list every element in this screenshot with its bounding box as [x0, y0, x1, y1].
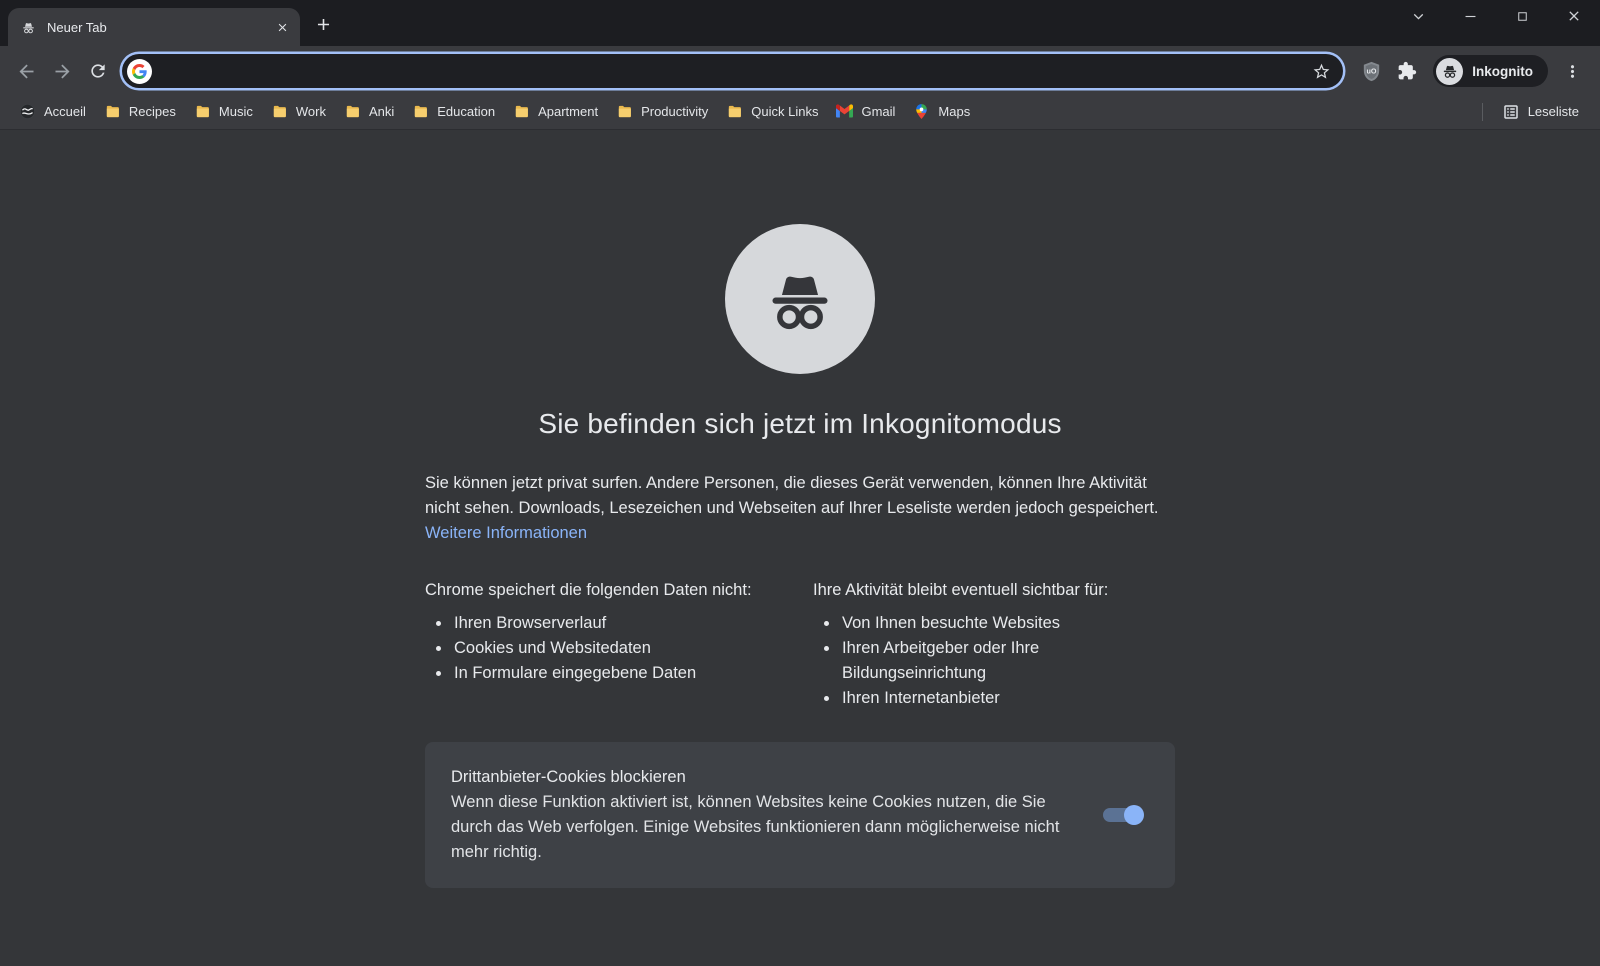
bookmark-gmail[interactable]: Gmail [827, 100, 904, 123]
tab-neuer-tab[interactable]: Neuer Tab [8, 8, 300, 46]
page-title: Sie befinden sich jetzt im Inkognitomodu… [538, 408, 1062, 439]
folder-icon [616, 103, 633, 120]
bookmark-label: Music [218, 104, 253, 119]
visible-to-list: Von Ihnen besuchte Websites Ihren Arbeit… [813, 611, 1175, 711]
incognito-profile-badge[interactable]: Inkognito [1433, 55, 1548, 87]
bookmark-folder-anki[interactable]: Anki [335, 100, 403, 123]
learn-more-link[interactable]: Weitere Informationen [425, 524, 587, 542]
incognito-badge-label: Inkognito [1472, 63, 1533, 79]
incognito-icon [20, 19, 37, 36]
maximize-button[interactable] [1496, 0, 1548, 32]
bookmark-label: Maps [938, 104, 971, 119]
bookmark-maps[interactable]: Maps [904, 100, 979, 123]
back-button[interactable] [9, 54, 43, 88]
close-window-button[interactable] [1548, 0, 1600, 32]
folder-icon [513, 103, 530, 120]
intro-text: Sie können jetzt privat surfen. Andere P… [425, 474, 1159, 517]
bookmark-label: Recipes [128, 104, 176, 119]
intro-paragraph: Sie können jetzt privat surfen. Andere P… [425, 471, 1175, 546]
bookmark-label: Productivity [641, 104, 709, 119]
google-favicon [127, 58, 152, 84]
cookie-card-description: Wenn diese Funktion aktiviert ist, könne… [451, 793, 1060, 861]
tab-title: Neuer Tab [47, 19, 107, 35]
incognito-ntp: Sie befinden sich jetzt im Inkognitomodu… [0, 130, 1600, 965]
bookmark-folder-education[interactable]: Education [403, 100, 504, 123]
extensions-puzzle-icon[interactable] [1390, 54, 1424, 88]
folder-icon [104, 103, 121, 120]
bookmark-label: Apartment [538, 104, 599, 119]
cookie-card-title: Drittanbieter-Cookies blockieren [451, 768, 686, 786]
incognito-hero-icon [725, 224, 875, 374]
reading-list-label: Leseliste [1527, 104, 1579, 119]
browser-menu-icon[interactable] [1555, 54, 1589, 88]
ublock-extension-icon[interactable] [1354, 54, 1388, 88]
folder-icon [412, 103, 429, 120]
globe-favicon-icon [19, 103, 36, 120]
google-maps-pin-icon [913, 103, 930, 120]
window-menu-chevron-icon[interactable] [1392, 0, 1444, 32]
bookmark-star-icon[interactable] [1307, 57, 1335, 85]
block-cookies-toggle[interactable] [1103, 805, 1144, 825]
list-item: In Formulare eingegebene Daten [452, 661, 787, 686]
bookmark-accueil[interactable]: Accueil [10, 100, 95, 123]
bookmark-folder-recipes[interactable]: Recipes [95, 100, 185, 123]
bookmarks-bar: Accueil Recipes Music Work Anki Educatio… [0, 96, 1600, 130]
folder-icon [271, 103, 288, 120]
bookmark-label: Gmail [861, 104, 896, 119]
browser-window: Neuer Tab Inkognito Accueil Recipes Musi… [0, 0, 1600, 965]
new-tab-button[interactable] [308, 9, 338, 39]
bookmark-label: Anki [368, 104, 395, 119]
folder-icon [344, 103, 361, 120]
column-heading: Chrome speichert die folgenden Daten nic… [425, 581, 752, 599]
info-columns: Chrome speichert die folgenden Daten nic… [425, 578, 1175, 711]
list-item: Ihren Arbeitgeber oder Ihre Bildungseinr… [840, 636, 1175, 686]
minimize-button[interactable] [1444, 0, 1496, 32]
not-saved-list: Ihren Browserverlauf Cookies und Website… [425, 611, 787, 686]
bookmark-label: Accueil [44, 104, 86, 119]
third-party-cookies-card: Drittanbieter-Cookies blockieren Wenn di… [425, 742, 1175, 888]
list-item: Cookies und Websitedaten [452, 636, 787, 661]
address-input[interactable] [160, 62, 1300, 80]
tab-strip: Neuer Tab [0, 0, 1600, 46]
bookmarks-divider [1481, 102, 1483, 121]
list-item: Ihren Internetanbieter [840, 686, 1175, 711]
toggle-thumb [1124, 805, 1144, 825]
bookmark-label: Education [437, 104, 496, 119]
column-visible-to: Ihre Aktivität bleibt eventuell sichtbar… [813, 578, 1175, 711]
toolbar: Inkognito [0, 46, 1600, 96]
list-item: Ihren Browserverlauf [452, 611, 787, 636]
bookmark-folder-work[interactable]: Work [262, 100, 335, 123]
folder-icon [726, 103, 743, 120]
bookmark-folder-music[interactable]: Music [185, 100, 262, 123]
bookmark-folder-apartment[interactable]: Apartment [504, 100, 607, 123]
bookmark-label: Quick Links [751, 104, 819, 119]
bookmark-label: Work [295, 104, 326, 119]
list-item: Von Ihnen besuchte Websites [840, 611, 1175, 636]
reading-list-icon [1502, 103, 1520, 121]
omnibox[interactable] [122, 54, 1344, 88]
folder-icon [194, 103, 211, 120]
incognito-avatar-icon [1436, 57, 1464, 85]
window-controls [1392, 0, 1600, 32]
bookmark-folder-quick-links[interactable]: Quick Links [717, 100, 827, 123]
gmail-icon [836, 103, 853, 120]
column-heading: Ihre Aktivität bleibt eventuell sichtbar… [813, 581, 1109, 599]
reading-list-button[interactable]: Leseliste [1493, 100, 1588, 124]
reload-button[interactable] [81, 54, 115, 88]
bookmark-folder-productivity[interactable]: Productivity [607, 100, 717, 123]
forward-button[interactable] [45, 54, 79, 88]
column-not-saved: Chrome speichert die folgenden Daten nic… [425, 578, 787, 711]
tab-close-icon[interactable] [271, 16, 294, 39]
